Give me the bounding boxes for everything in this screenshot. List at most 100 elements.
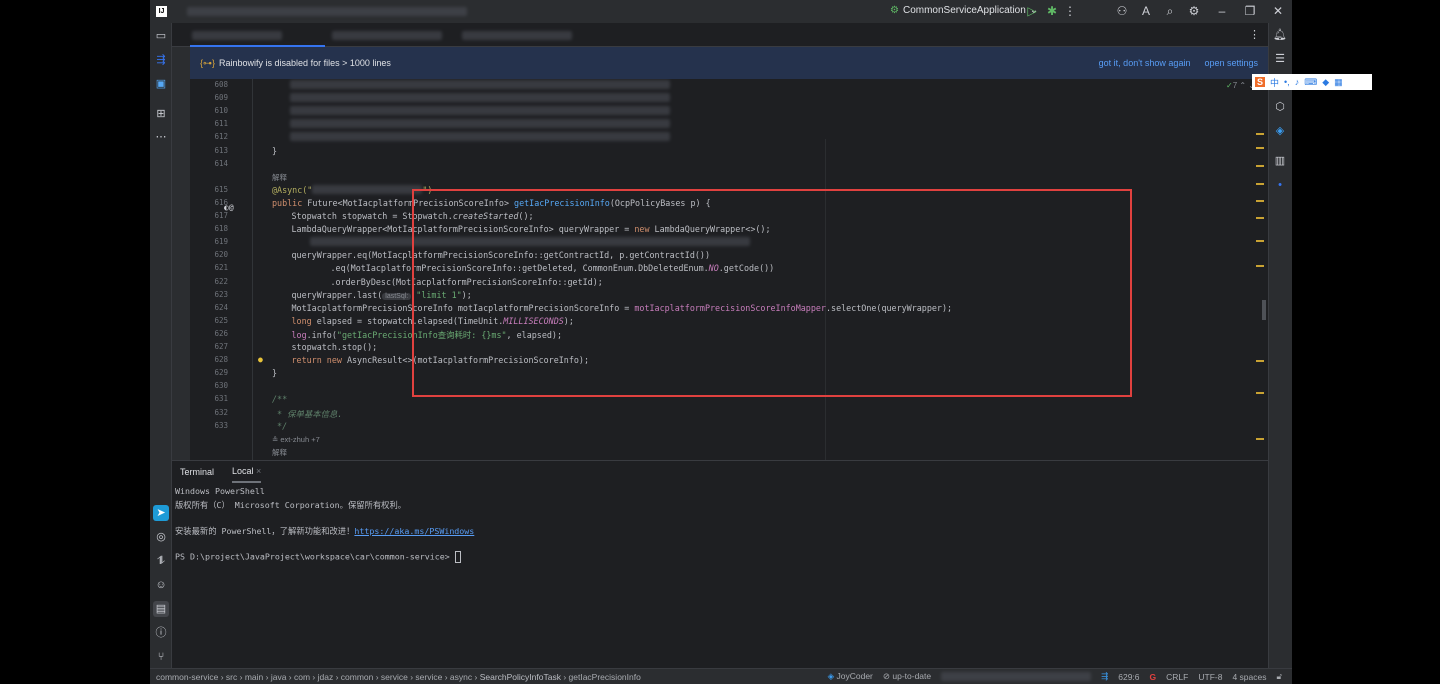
terminal-prompt-line[interactable]: PS D:\project\JavaProject\workspace\car\…	[175, 551, 461, 563]
breadcrumb-item[interactable]: common-service	[156, 672, 218, 682]
terminal-line: Windows PowerShell	[175, 486, 265, 496]
vcs-status[interactable]: ⊘ up-to-date	[883, 671, 931, 682]
code-line[interactable]	[272, 80, 670, 91]
breadcrumb-item[interactable]: main	[245, 672, 263, 682]
bookmarks-icon[interactable]: ▥	[1272, 153, 1288, 169]
settings-icon[interactable]: ⚙	[1186, 4, 1202, 18]
ime-punct-icon[interactable]: •,	[1284, 77, 1290, 87]
close-icon[interactable]: ✕	[1270, 4, 1286, 18]
banner-message: Rainbowify is disabled for files > 1000 …	[219, 58, 391, 68]
google-icon[interactable]: G	[1150, 672, 1157, 682]
file-encoding[interactable]: UTF-8	[1198, 672, 1222, 682]
tab-local[interactable]: Local ×	[232, 461, 261, 483]
lightbulb-icon[interactable]: ●	[258, 355, 263, 364]
plugin-icon[interactable]: ▣	[153, 76, 169, 92]
line-number: 627	[190, 342, 228, 351]
code-line[interactable]: }	[272, 146, 277, 156]
powershell-link[interactable]: https://aka.ms/PSWindows	[354, 526, 474, 536]
indent-setting[interactable]: 4 spaces	[1232, 672, 1266, 682]
breadcrumb-item[interactable]: src	[226, 672, 237, 682]
inspection-widget[interactable]: ✓7 ⌃ ⌄	[1226, 81, 1255, 90]
joycoder-label: JoyCoder	[837, 671, 873, 681]
run-icon[interactable]: ▷	[1024, 4, 1040, 18]
line-number: 632	[190, 408, 228, 417]
ime-skin-icon[interactable]: ◆	[1322, 77, 1329, 88]
build-icon[interactable]: ⥮	[153, 553, 169, 569]
override-gutter-icon[interactable]: ◐@	[224, 203, 234, 212]
breadcrumb-item[interactable]: service	[381, 672, 408, 682]
editor-scrollbar[interactable]	[1262, 300, 1266, 320]
ime-mode-icon[interactable]: 中	[1270, 76, 1279, 89]
git-icon[interactable]: ⑂	[153, 649, 169, 665]
breadcrumbs: common-service › src › main › java › com…	[156, 672, 641, 682]
run-config-selector[interactable]: ⚙CommonServiceApplication⌄	[890, 5, 1038, 16]
more-tools-icon[interactable]: ⋯	[153, 129, 169, 145]
project-icon[interactable]: ▭	[153, 28, 169, 44]
structure-icon[interactable]: ⇶	[153, 52, 169, 68]
editor-tab-active[interactable]	[192, 31, 282, 40]
breadcrumb-item[interactable]: common	[341, 672, 374, 682]
code-token: @Async("	[272, 185, 312, 195]
code-line[interactable]	[272, 106, 670, 117]
line-number: 614	[190, 159, 228, 168]
ai-assistant-icon[interactable]: ◈	[1272, 123, 1288, 139]
tabs-menu-icon[interactable]: ⋮	[1249, 28, 1260, 41]
minimize-icon[interactable]: –	[1214, 4, 1230, 18]
code-line[interactable]: ≗ ext-zhuh +7	[272, 434, 320, 444]
services-icon[interactable]: ☺	[153, 577, 169, 593]
cursor-position[interactable]: 629:6	[1118, 672, 1139, 682]
ime-keyboard-icon[interactable]: ⌨	[1304, 77, 1317, 88]
editor-tab[interactable]	[462, 31, 572, 40]
translate-icon[interactable]: A	[1138, 4, 1154, 18]
ime-toolbar: S中•,♪⌨◆▦	[1252, 74, 1372, 90]
line-number: 618	[190, 224, 228, 233]
code-token: lastSql:	[382, 293, 411, 300]
breadcrumb-item[interactable]: async	[450, 672, 472, 682]
breadcrumb-item[interactable]: jdaz	[318, 672, 334, 682]
lock-icon[interactable]: 🔓︎	[1276, 671, 1282, 682]
code-line[interactable]: 解释	[272, 447, 287, 458]
blurred-code	[290, 80, 670, 89]
breadcrumb-item[interactable]: com	[294, 672, 310, 682]
ime-apps-icon[interactable]: ▦	[1334, 77, 1343, 88]
breadcrumb-item[interactable]: java	[271, 672, 287, 682]
more-icon[interactable]: ⋮	[1062, 4, 1078, 18]
code-line[interactable]: }	[272, 368, 277, 378]
open-settings-link[interactable]: open settings	[1204, 58, 1258, 68]
problems-icon[interactable]: ⓘ	[153, 625, 169, 641]
run-panel-icon[interactable]: ◎	[153, 529, 169, 545]
close-tab-icon[interactable]: ×	[256, 466, 261, 476]
breadcrumb-item[interactable]: service	[415, 672, 442, 682]
code-line[interactable]: 解释	[272, 172, 287, 183]
code-line[interactable]: * 保单基本信息.	[272, 408, 342, 420]
highlight-box	[412, 189, 1132, 397]
code-line[interactable]	[272, 93, 670, 104]
code-line[interactable]	[272, 119, 670, 130]
joycoder-widget[interactable]: ◈ JoyCoder	[828, 671, 873, 682]
line-number: 619	[190, 237, 228, 246]
components-icon[interactable]: ⊞	[153, 106, 169, 122]
gradle-icon[interactable]: ⬡	[1272, 99, 1288, 115]
add-user-icon[interactable]: ⚇	[1114, 4, 1130, 18]
editor-tab[interactable]	[332, 31, 442, 40]
code-line[interactable]	[272, 132, 670, 143]
database-icon[interactable]: ☰	[1272, 51, 1288, 67]
restore-icon[interactable]: ❐	[1242, 4, 1258, 18]
code-line[interactable]: @Async(" ")	[272, 185, 432, 195]
debug-icon[interactable]: ✱	[1044, 4, 1060, 18]
dismiss-link[interactable]: got it, don't show again	[1099, 58, 1191, 68]
breadcrumb-item[interactable]: getIacPrecisionInfo	[569, 672, 641, 682]
code-line[interactable]: stopwatch.stop();	[292, 342, 378, 352]
search-icon[interactable]: ⌕	[1162, 4, 1178, 19]
breadcrumb-item[interactable]: SearchPolicyInfoTask	[480, 672, 561, 682]
code-line[interactable]: /**	[272, 394, 287, 404]
line-separator[interactable]: CRLF	[1166, 672, 1188, 682]
line-number: 624	[190, 303, 228, 312]
plugin-status-icon[interactable]: ⇶	[1101, 671, 1108, 682]
terminal-icon[interactable]: ▤	[153, 601, 169, 617]
ime-mic-icon[interactable]: ♪	[1295, 77, 1300, 87]
code-line[interactable]: */	[272, 421, 287, 431]
notifications-icon[interactable]: 🔔︎	[1272, 27, 1288, 43]
telegram-icon[interactable]: ➤	[153, 505, 169, 521]
code-token: 解释	[272, 173, 287, 182]
